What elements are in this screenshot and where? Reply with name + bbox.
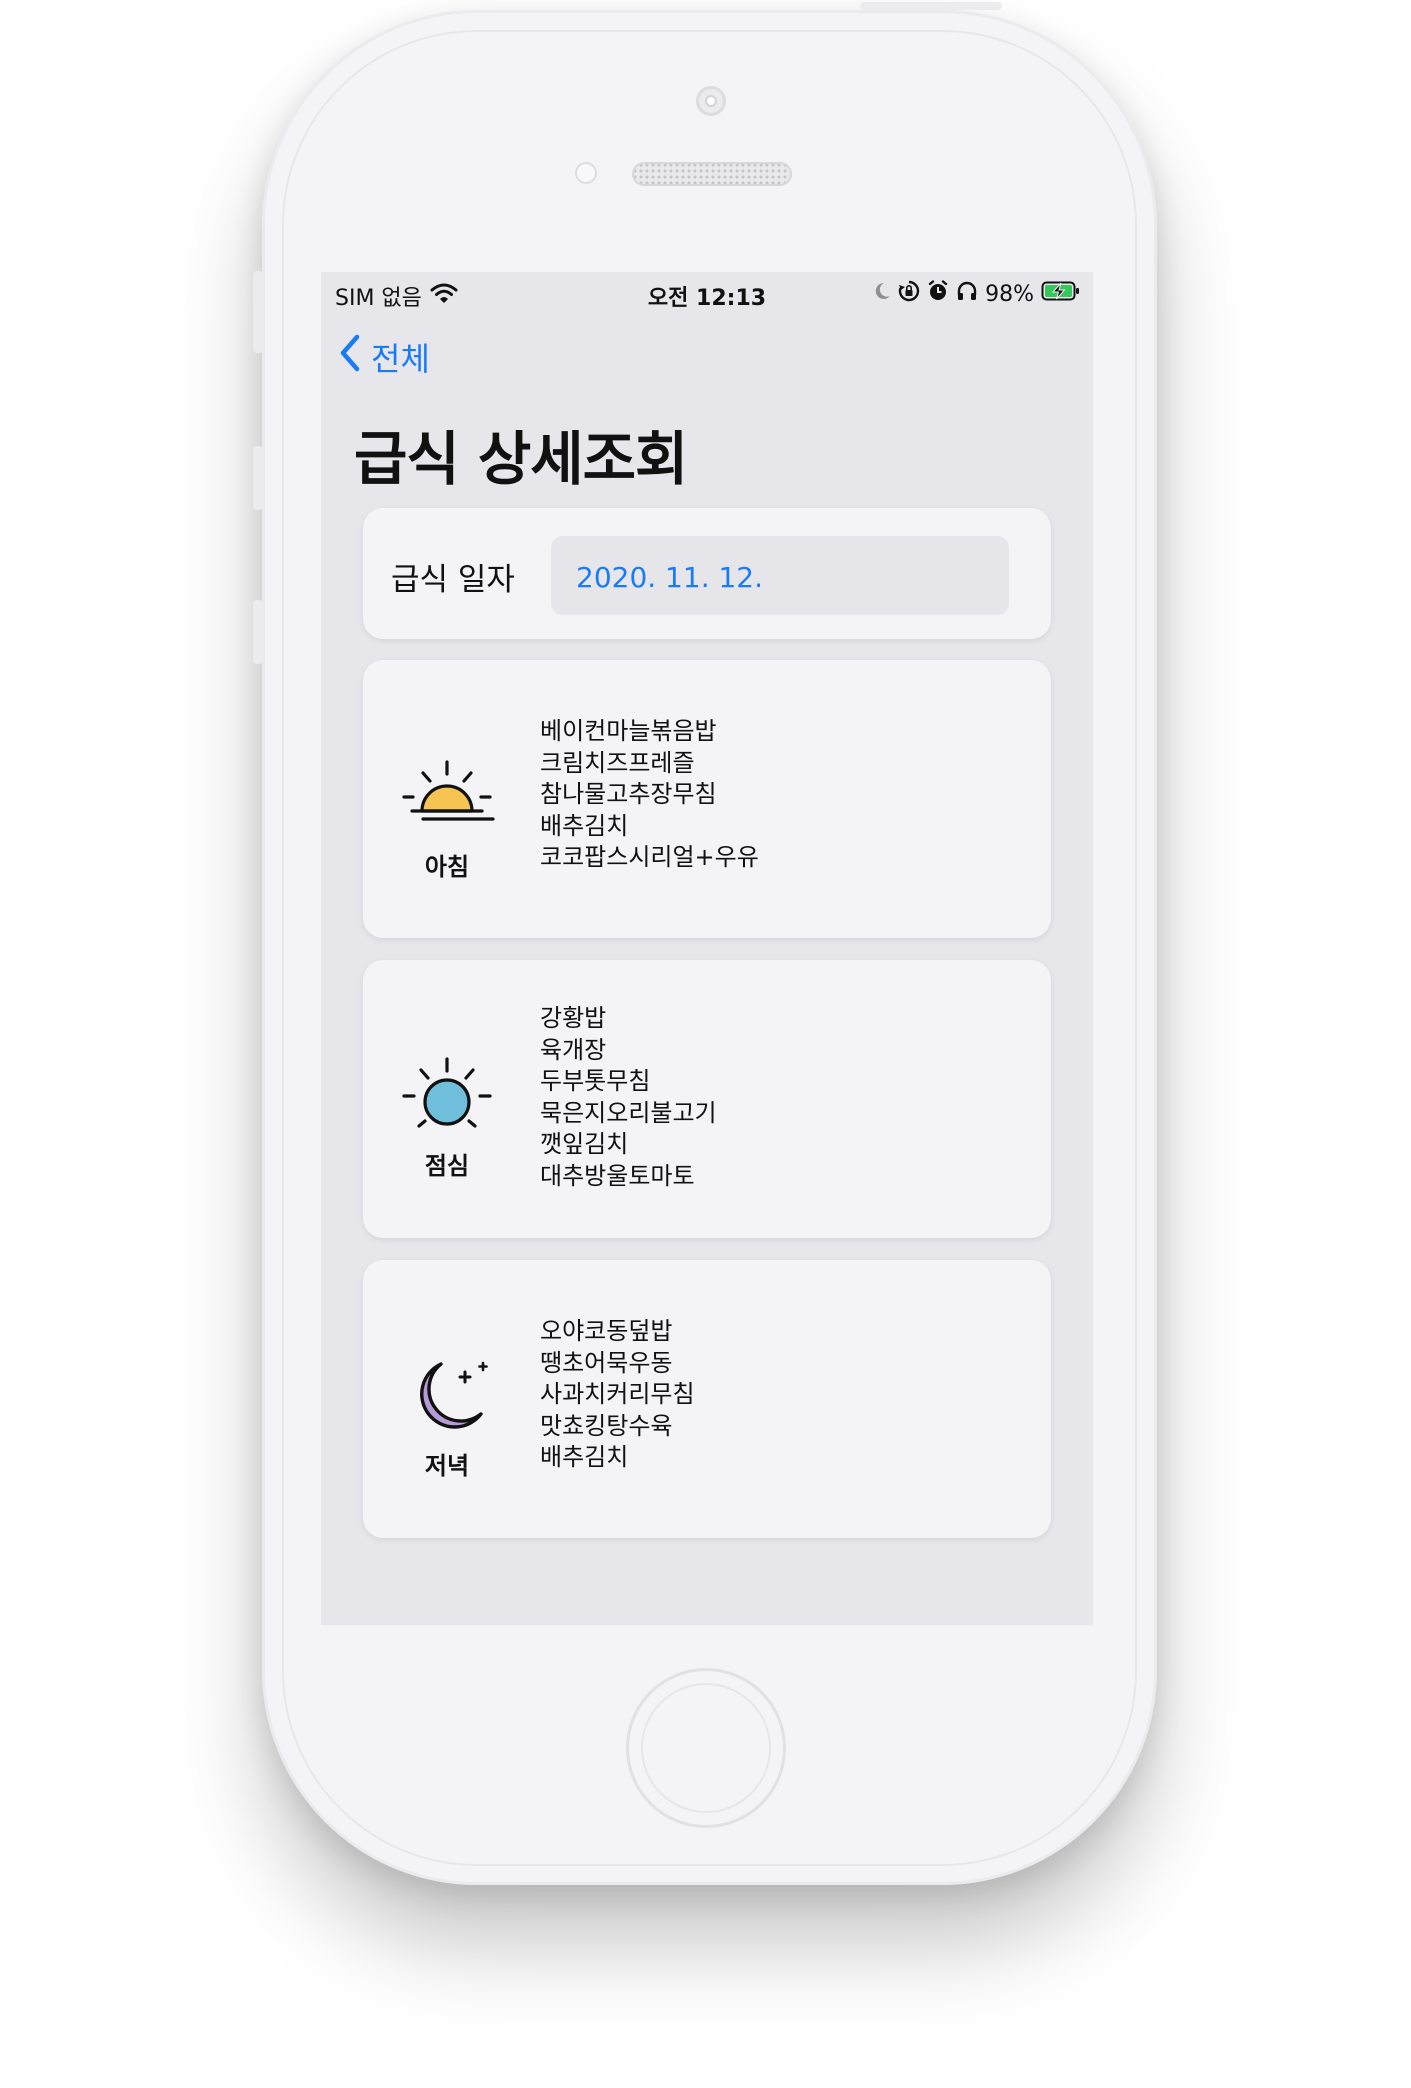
moon-icon bbox=[401, 1354, 501, 1434]
menu-item: 대추방울토마토 bbox=[540, 1161, 695, 1190]
page-title: 급식 상세조회 bbox=[354, 425, 688, 493]
earpiece-speaker bbox=[632, 162, 792, 186]
menu-item: 땡초어묵우동 bbox=[540, 1348, 673, 1377]
date-picker[interactable]: 2020. 11. 12. bbox=[551, 536, 1009, 615]
date-card: 급식 일자 2020. 11. 12. bbox=[363, 508, 1051, 639]
dinner-menu-list: 오야코동덮밥 땡초어묵우동 사과치커리무침 맛쵸킹탕수육 배추김치 bbox=[540, 1316, 695, 1474]
meal-label-lunch: 점심 bbox=[424, 1152, 470, 1180]
battery-percent: 98% bbox=[985, 281, 1034, 307]
home-button[interactable] bbox=[626, 1668, 786, 1828]
menu-item: 맛쵸킹탕수육 bbox=[540, 1411, 673, 1440]
volume-up-button bbox=[253, 446, 263, 510]
moon-icon bbox=[873, 280, 891, 308]
dinner-card: 저녁 오야코동덮밥 땡초어묵우동 사과치커리무침 맛쵸킹탕수육 배추김치 bbox=[363, 1260, 1051, 1538]
menu-item: 코코팝스시리얼+우유 bbox=[540, 843, 759, 871]
volume-down-button bbox=[253, 600, 263, 664]
back-button[interactable]: 전체 bbox=[339, 334, 430, 380]
menu-item: 참나물고추장무침 bbox=[540, 780, 717, 808]
menu-item: 배추김치 bbox=[540, 811, 629, 840]
status-bar: SIM 없음 오전 12:13 98% bbox=[321, 272, 1093, 314]
chevron-left-icon bbox=[339, 334, 361, 380]
menu-item: 묵은지오리불고기 bbox=[540, 1098, 717, 1127]
headphones-icon bbox=[956, 280, 978, 308]
battery-charging-icon bbox=[1041, 280, 1081, 308]
date-label: 급식 일자 bbox=[391, 562, 515, 598]
menu-item: 깻잎김치 bbox=[540, 1130, 629, 1158]
menu-item: 오야코동덮밥 bbox=[540, 1317, 673, 1345]
breakfast-card: 아침 베이컨마늘볶음밥 크림치즈프레즐 참나물고추장무침 배추김치 코코팝스시리… bbox=[363, 660, 1051, 938]
menu-item: 두부톳무침 bbox=[540, 1067, 651, 1095]
sun-icon bbox=[401, 1056, 501, 1136]
alarm-icon bbox=[927, 280, 949, 308]
orientation-lock-icon bbox=[898, 280, 920, 308]
menu-item: 크림치즈프레즐 bbox=[540, 748, 695, 777]
date-value: 2020. 11. 12. bbox=[576, 561, 764, 594]
mute-switch bbox=[253, 271, 263, 353]
lunch-card: 점심 강황밥 육개장 두부톳무침 묵은지오리불고기 깻잎김치 대추방울토마토 bbox=[363, 960, 1051, 1238]
menu-item: 배추김치 bbox=[540, 1443, 629, 1471]
back-label: 전체 bbox=[371, 340, 430, 378]
app-screen: SIM 없음 오전 12:13 98% 전체 급식 상세조회 급식 일자 202… bbox=[321, 272, 1093, 1625]
menu-item: 베이컨마늘볶음밥 bbox=[540, 717, 717, 745]
lunch-menu-list: 강황밥 육개장 두부톳무침 묵은지오리불고기 깻잎김치 대추방울토마토 bbox=[540, 1003, 717, 1192]
power-button bbox=[860, 2, 1002, 10]
menu-item: 사과치커리무침 bbox=[540, 1380, 695, 1408]
menu-item: 강황밥 bbox=[540, 1004, 607, 1032]
meal-label-breakfast: 아침 bbox=[424, 853, 470, 881]
sunrise-icon bbox=[401, 759, 501, 839]
proximity-sensor bbox=[575, 162, 597, 184]
front-camera bbox=[696, 86, 726, 116]
menu-item: 육개장 bbox=[540, 1035, 607, 1064]
meal-label-dinner: 저녁 bbox=[424, 1452, 470, 1480]
breakfast-menu-list: 베이컨마늘볶음밥 크림치즈프레즐 참나물고추장무침 배추김치 코코팝스시리얼+우… bbox=[540, 716, 759, 874]
